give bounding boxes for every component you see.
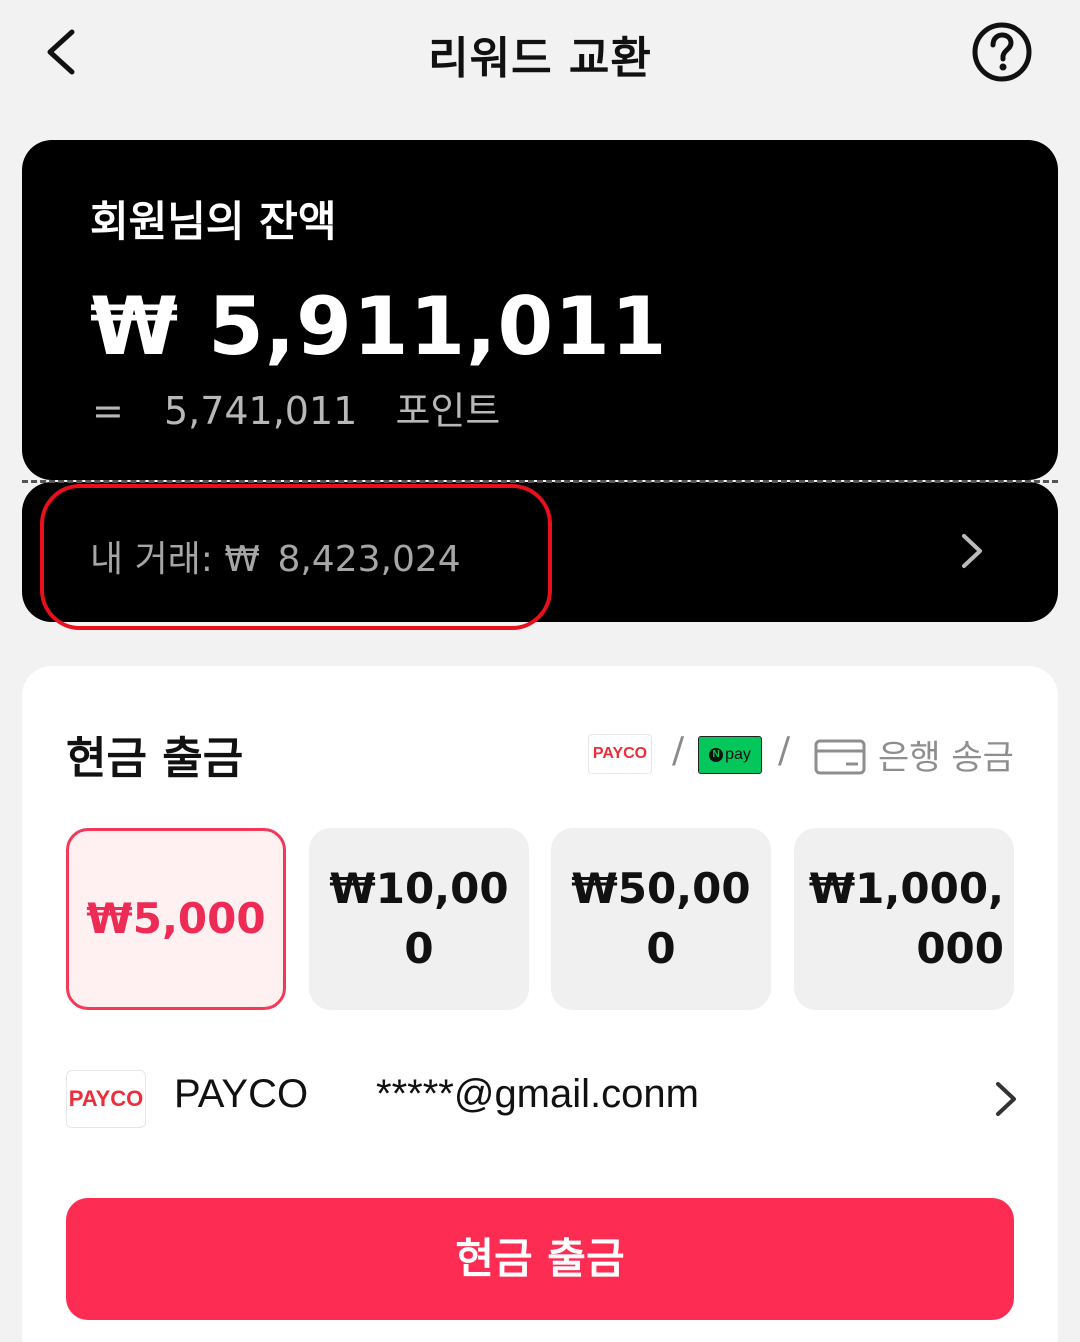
points-unit: 포인트 bbox=[395, 389, 501, 433]
payment-methods: PAYCO / Npay / 은행 송금 bbox=[588, 730, 1028, 778]
chevron-right-icon bbox=[952, 528, 992, 574]
page-title: 리워드 교환 bbox=[428, 33, 652, 84]
cash-withdraw-button[interactable]: 현금 출금 bbox=[66, 1198, 1014, 1320]
balance-label: 회원님의 잔액 bbox=[90, 197, 337, 246]
amount-option-50000[interactable]: ₩50,000 bbox=[551, 828, 771, 1010]
highlight-annotation bbox=[40, 484, 552, 630]
amount-option-1000000[interactable]: ₩1,000,000 bbox=[794, 828, 1014, 1010]
points-equals: = bbox=[92, 389, 124, 433]
header: 리워드 교환 bbox=[0, 0, 1080, 110]
card-divider bbox=[22, 480, 1058, 483]
withdraw-account-row[interactable]: PAYCO PAYCO *****@gmail.conm bbox=[66, 1068, 1016, 1130]
method-separator: / bbox=[778, 730, 791, 771]
amount-option-5000[interactable]: ₩5,000 bbox=[66, 828, 286, 1010]
account-provider: PAYCO bbox=[174, 1072, 309, 1116]
balance-card: 회원님의 잔액 ₩ 5,911,011 = 5,741,011 포인트 bbox=[22, 140, 1058, 480]
cash-withdraw-panel: 현금 출금 PAYCO / Npay / 은행 송금 ₩5,000 ₩10,00… bbox=[22, 666, 1058, 1342]
amount-option-10000[interactable]: ₩10,000 bbox=[309, 828, 529, 1010]
npay-n-icon: N bbox=[709, 747, 724, 762]
method-separator: / bbox=[672, 730, 685, 771]
help-button[interactable] bbox=[970, 20, 1034, 84]
payco-logo: PAYCO bbox=[588, 734, 652, 774]
section-title: 현금 출금 bbox=[66, 733, 244, 784]
balance-amount: ₩ 5,911,011 bbox=[90, 280, 668, 373]
question-circle-icon bbox=[972, 22, 1032, 82]
chevron-right-icon bbox=[990, 1076, 1020, 1122]
balance-points: = 5,741,011 포인트 bbox=[92, 380, 500, 435]
points-value: 5,741,011 bbox=[163, 389, 358, 433]
payco-account-logo: PAYCO bbox=[66, 1070, 146, 1128]
account-email: *****@gmail.conm bbox=[376, 1072, 699, 1116]
bank-card-icon bbox=[814, 739, 866, 775]
npay-label: pay bbox=[725, 746, 751, 763]
bank-transfer-label: 은행 송금 bbox=[878, 738, 1014, 778]
npay-logo: Npay bbox=[698, 736, 762, 774]
